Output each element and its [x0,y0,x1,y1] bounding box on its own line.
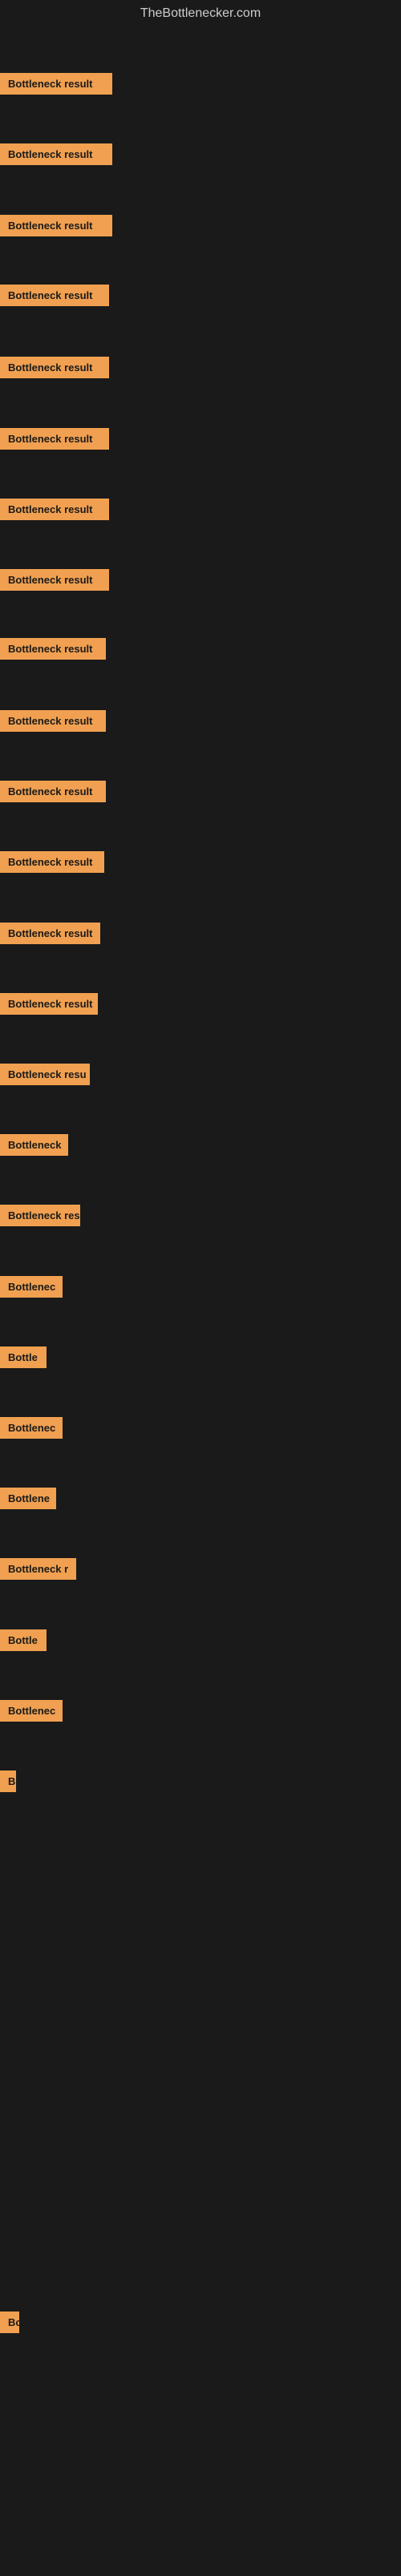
bottleneck-badge-15[interactable]: Bottleneck resu [0,1064,90,1085]
bottleneck-badge-12[interactable]: Bottleneck result [0,851,104,873]
bottleneck-badge-container-12: Bottleneck result [0,851,104,877]
bottleneck-badge-container-24: Bottlenec [0,1700,63,1726]
bottleneck-badge-4[interactable]: Bottleneck result [0,285,109,306]
bottleneck-badge-13[interactable]: Bottleneck result [0,923,100,944]
bottleneck-badge-container-18: Bottlenec [0,1276,63,1302]
bottleneck-badge-container-8: Bottleneck result [0,569,109,595]
bottleneck-badge-5[interactable]: Bottleneck result [0,357,109,378]
bottleneck-badge-container-3: Bottleneck result [0,215,112,240]
bottleneck-badge-container-19: Bottle [0,1347,47,1372]
bottleneck-badge-container-6: Bottleneck result [0,428,109,454]
bottleneck-badge-1[interactable]: Bottleneck result [0,73,112,95]
bottleneck-badge-container-5: Bottleneck result [0,357,109,382]
bottleneck-badge-19[interactable]: Bottle [0,1347,47,1368]
bottleneck-badge-23[interactable]: Bottle [0,1629,47,1651]
bottleneck-badge-container-15: Bottleneck resu [0,1064,90,1089]
bottleneck-badge-container-17: Bottleneck res [0,1205,80,1230]
bottleneck-badge-container-7: Bottleneck result [0,499,109,524]
bottleneck-badge-9[interactable]: Bottleneck result [0,638,106,660]
bottleneck-badge-container-9: Bottleneck result [0,638,106,664]
bottleneck-badge-17[interactable]: Bottleneck res [0,1205,80,1226]
bottleneck-badge-container-25: B [0,1770,16,1796]
bottleneck-badge-container-16: Bottleneck [0,1134,68,1160]
bottleneck-badge-2[interactable]: Bottleneck result [0,143,112,165]
bottleneck-badge-container-23: Bottle [0,1629,47,1655]
bottleneck-badge-container-22: Bottleneck r [0,1558,76,1584]
bottleneck-badge-container-20: Bottlenec [0,1417,63,1443]
bottleneck-badge-10[interactable]: Bottleneck result [0,710,106,732]
bottleneck-badge-20[interactable]: Bottlenec [0,1417,63,1439]
bottleneck-badge-6[interactable]: Bottleneck result [0,428,109,450]
bottleneck-badge-14[interactable]: Bottleneck result [0,993,98,1015]
bottleneck-badge-7[interactable]: Bottleneck result [0,499,109,520]
bottleneck-badge-26[interactable]: Bo [0,2312,19,2333]
bottleneck-badge-container-2: Bottleneck result [0,143,112,169]
bottleneck-badge-16[interactable]: Bottleneck [0,1134,68,1156]
bottleneck-badge-container-26: Bo [0,2312,19,2337]
bottleneck-badge-container-4: Bottleneck result [0,285,109,310]
bottleneck-badge-container-10: Bottleneck result [0,710,106,736]
bottleneck-badge-25[interactable]: B [0,1770,16,1792]
site-title: TheBottlenecker.com [0,0,401,27]
bottleneck-badge-3[interactable]: Bottleneck result [0,215,112,236]
bottleneck-badge-11[interactable]: Bottleneck result [0,781,106,802]
bottleneck-badge-container-13: Bottleneck result [0,923,100,948]
bottleneck-badge-container-11: Bottleneck result [0,781,106,806]
bottleneck-badge-8[interactable]: Bottleneck result [0,569,109,591]
bottleneck-badge-18[interactable]: Bottlenec [0,1276,63,1298]
bottleneck-badge-22[interactable]: Bottleneck r [0,1558,76,1580]
bottleneck-badge-21[interactable]: Bottlene [0,1488,56,1509]
bottleneck-badge-24[interactable]: Bottlenec [0,1700,63,1722]
bottleneck-badge-container-14: Bottleneck result [0,993,98,1019]
bottleneck-badge-container-1: Bottleneck result [0,73,112,99]
bottleneck-badge-container-21: Bottlene [0,1488,56,1513]
